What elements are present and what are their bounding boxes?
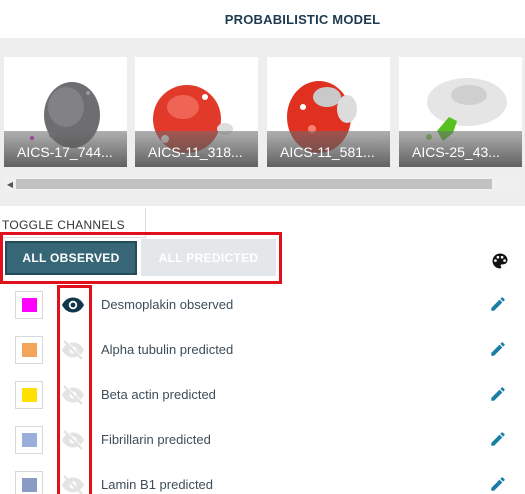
thumbnail-1[interactable]: AICS-17_744...	[4, 57, 127, 167]
eye-visible-icon[interactable]	[61, 294, 85, 316]
thumbnail-4[interactable]: AICS-25_43...	[399, 57, 522, 167]
channel-row: Fibrillarin predicted	[0, 426, 525, 471]
color-swatch-button[interactable]	[15, 426, 43, 454]
scroll-left-arrow-icon[interactable]: ◀	[4, 177, 16, 191]
thumbnail-label: AICS-25_43...	[412, 144, 500, 160]
thumbnail-gallery: AICS-17_744... AICS-11_318... AICS-11_58…	[0, 38, 525, 206]
channel-label: Alpha tubulin predicted	[101, 342, 234, 357]
thumbnail-label: AICS-17_744...	[17, 144, 113, 160]
channel-label: Desmoplakin observed	[101, 297, 234, 312]
color-swatch-button[interactable]	[15, 471, 43, 494]
thumbnail-label: AICS-11_318...	[148, 144, 243, 160]
eye-hidden-icon[interactable]	[61, 429, 85, 451]
all-predicted-button[interactable]: ALL PREDICTED	[141, 239, 276, 276]
palette-icon[interactable]	[490, 251, 510, 271]
channel-row: Desmoplakin observed	[0, 291, 525, 336]
thumbnail-2[interactable]: AICS-11_318...	[135, 57, 258, 167]
color-swatch	[22, 478, 37, 492]
channel-label: Beta actin predicted	[101, 387, 216, 402]
page-title: PROBABILISTIC MODEL	[224, 11, 381, 27]
channel-label: Lamin B1 predicted	[101, 477, 214, 492]
edit-pencil-icon[interactable]	[489, 475, 507, 493]
horizontal-scrollbar[interactable]: ◀	[4, 177, 519, 191]
edit-pencil-icon[interactable]	[489, 340, 507, 358]
color-swatch-button[interactable]	[15, 381, 43, 409]
channel-row: Alpha tubulin predicted	[0, 336, 525, 381]
color-swatch	[22, 343, 37, 357]
thumbnail-label: AICS-11_581...	[280, 144, 375, 160]
color-swatch	[22, 388, 37, 402]
thumbnail-3[interactable]: AICS-11_581...	[267, 57, 390, 167]
color-swatch	[22, 298, 37, 312]
color-swatch-button[interactable]	[15, 336, 43, 364]
all-observed-button[interactable]: ALL OBSERVED	[5, 241, 137, 275]
channel-label: Fibrillarin predicted	[101, 432, 211, 447]
header: PROBABILISTIC MODEL	[0, 0, 525, 38]
edit-pencil-icon[interactable]	[489, 430, 507, 448]
channel-row: Lamin B1 predicted	[0, 471, 525, 494]
channel-row: Beta actin predicted	[0, 381, 525, 426]
scrollbar-thumb[interactable]	[16, 179, 492, 189]
edit-pencil-icon[interactable]	[489, 295, 507, 313]
edit-pencil-icon[interactable]	[489, 385, 507, 403]
eye-hidden-icon[interactable]	[61, 474, 85, 494]
eye-hidden-icon[interactable]	[61, 339, 85, 361]
color-swatch	[22, 433, 37, 447]
color-swatch-button[interactable]	[15, 291, 43, 319]
eye-hidden-icon[interactable]	[61, 384, 85, 406]
